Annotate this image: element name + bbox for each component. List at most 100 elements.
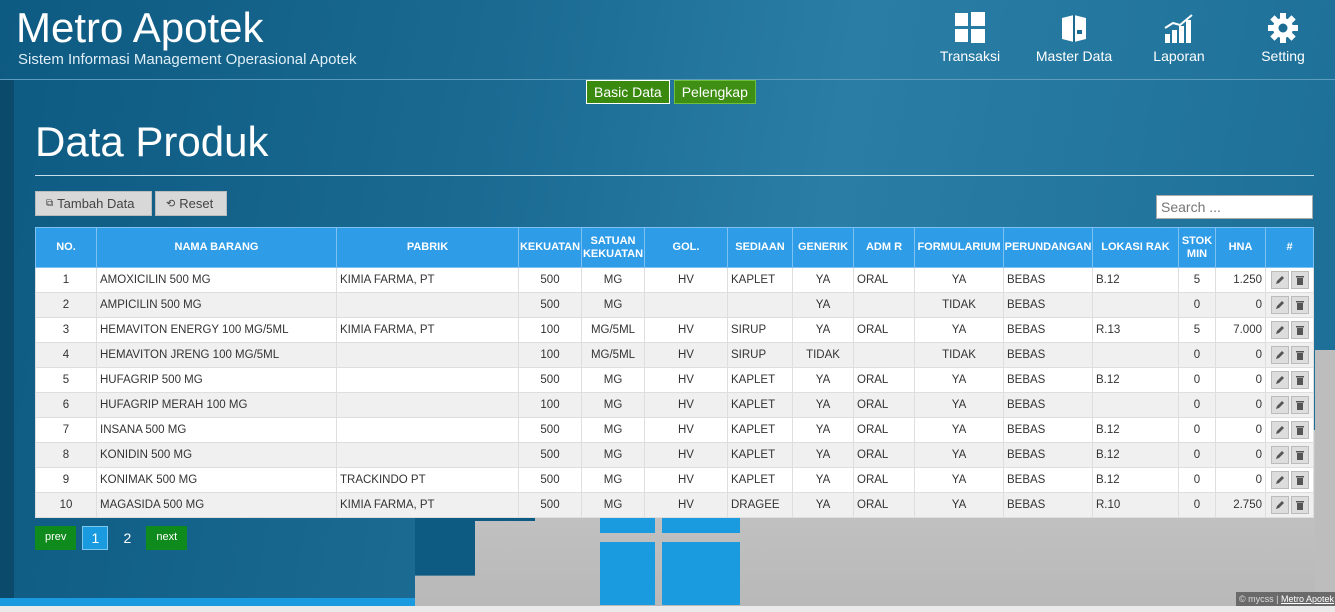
edit-icon[interactable] [1270, 496, 1289, 514]
product-table: NO. NAMA BARANG PABRIK KEKUATAN SATUAN K… [35, 227, 1314, 518]
cell-no: 1 [35, 267, 97, 293]
cell-nama-barang: AMOXICILIN 500 MG [96, 267, 337, 293]
cell-actions [1265, 292, 1314, 318]
edit-icon[interactable] [1270, 346, 1289, 364]
column-header[interactable]: ADM R [853, 227, 915, 268]
cell-hna: 0 [1215, 392, 1266, 418]
box-icon [1062, 15, 1086, 42]
cell-pabrik [336, 392, 519, 418]
cell-lokasi [1092, 292, 1179, 318]
edit-icon[interactable] [1270, 271, 1289, 289]
cell-adm: ORAL [853, 467, 915, 493]
cell-formularium: TIDAK [914, 292, 1004, 318]
prev-button[interactable]: prev [35, 526, 77, 550]
windows-icon [955, 12, 985, 43]
column-header[interactable]: KEKUATAN [518, 227, 582, 268]
cell-satuan: MG [581, 292, 645, 318]
column-header[interactable]: LOKASI RAK [1092, 227, 1179, 268]
column-header[interactable]: STOK MIN [1178, 227, 1216, 268]
footer-link[interactable]: Metro Apotek [1281, 594, 1334, 604]
search-input[interactable] [1156, 195, 1313, 219]
cell-nama-barang: AMPICILIN 500 MG [96, 292, 337, 318]
cell-stok-min: 5 [1178, 317, 1216, 343]
column-header[interactable]: SATUAN KEKUATAN [581, 227, 645, 268]
cell-generik: YA [792, 417, 854, 443]
cell-nama-barang: MAGASIDA 500 MG [96, 492, 337, 518]
nav-transaksi[interactable]: Transaksi [925, 12, 1015, 66]
cell-no: 7 [35, 417, 97, 443]
cell-hna: 0 [1215, 342, 1266, 368]
cell-satuan: MG [581, 492, 645, 518]
column-header[interactable]: GENERIK [792, 227, 854, 268]
cell-kekuatan: 500 [518, 267, 582, 293]
cell-no: 6 [35, 392, 97, 418]
app-header: Metro Apotek Sistem Informasi Management… [0, 0, 1335, 80]
edit-icon[interactable] [1270, 321, 1289, 339]
table-row: 9 KONIMAK 500 MG TRACKINDO PT 500 MG HV KAPLET… [35, 467, 1314, 493]
nav-laporan[interactable]: Laporan [1134, 12, 1224, 66]
cell-hna: 1.250 [1215, 267, 1266, 293]
cell-lokasi: R.13 [1092, 317, 1179, 343]
reset-button[interactable]: ⟲ Reset [155, 191, 227, 216]
windows-logo-background [600, 515, 740, 605]
cell-formularium: YA [914, 392, 1004, 418]
edit-icon[interactable] [1270, 446, 1289, 464]
cell-sediaan: KAPLET [727, 367, 793, 393]
delete-icon[interactable] [1290, 346, 1309, 364]
add-data-button[interactable]: ⧉ Tambah Data [35, 191, 152, 216]
cell-actions [1265, 367, 1314, 393]
delete-icon[interactable] [1290, 271, 1309, 289]
column-header[interactable]: FORMULARIUM [914, 227, 1004, 268]
delete-icon[interactable] [1290, 396, 1309, 414]
cell-pabrik: KIMIA FARMA, PT [336, 317, 519, 343]
page-2-button[interactable]: 2 [114, 526, 140, 550]
cell-actions [1265, 442, 1314, 468]
column-header[interactable]: NAMA BARANG [96, 227, 337, 268]
gear-icon [1268, 13, 1298, 43]
page-1-button[interactable]: 1 [82, 526, 109, 550]
column-header[interactable]: HNA [1215, 227, 1266, 268]
brand-subtitle: Sistem Informasi Management Operasional … [18, 51, 357, 68]
cell-adm: ORAL [853, 267, 915, 293]
cell-lokasi: B.12 [1092, 442, 1179, 468]
nav-label: Transaksi [939, 48, 1001, 64]
cell-nama-barang: HUFAGRIP 500 MG [96, 367, 337, 393]
cell-stok-min: 0 [1178, 292, 1216, 318]
cell-gol: HV [644, 392, 728, 418]
column-header[interactable]: GOL. [644, 227, 728, 268]
column-header[interactable]: PABRIK [336, 227, 519, 268]
tab-basic-data[interactable]: Basic Data [586, 80, 670, 104]
edit-icon[interactable] [1270, 371, 1289, 389]
column-header[interactable]: PERUNDANGAN [1003, 227, 1093, 268]
cell-sediaan: SIRUP [727, 342, 793, 368]
table-header-row: NO. NAMA BARANG PABRIK KEKUATAN SATUAN K… [35, 227, 1314, 268]
cell-pabrik [336, 367, 519, 393]
cell-perundangan: BEBAS [1003, 417, 1093, 443]
nav-master-data[interactable]: Master Data [1029, 12, 1119, 66]
delete-icon[interactable] [1290, 371, 1309, 389]
edit-icon[interactable] [1270, 396, 1289, 414]
column-header[interactable]: SEDIAAN [727, 227, 793, 268]
column-header[interactable]: NO. [35, 227, 97, 268]
delete-icon[interactable] [1290, 446, 1309, 464]
delete-icon[interactable] [1290, 471, 1309, 489]
delete-icon[interactable] [1290, 321, 1309, 339]
edit-icon[interactable] [1270, 296, 1289, 314]
cell-kekuatan: 500 [518, 292, 582, 318]
nav-setting[interactable]: Setting [1238, 12, 1328, 66]
cell-adm: ORAL [853, 492, 915, 518]
delete-icon[interactable] [1290, 421, 1309, 439]
cell-sediaan: KAPLET [727, 392, 793, 418]
nav-label: Setting [1261, 48, 1305, 64]
cell-gol: HV [644, 317, 728, 343]
edit-icon[interactable] [1270, 471, 1289, 489]
cell-perundangan: BEBAS [1003, 292, 1093, 318]
delete-icon[interactable] [1290, 496, 1309, 514]
cell-pabrik: KIMIA FARMA, PT [336, 492, 519, 518]
cell-perundangan: BEBAS [1003, 267, 1093, 293]
delete-icon[interactable] [1290, 296, 1309, 314]
tab-pelengkap[interactable]: Pelengkap [673, 80, 756, 104]
cell-satuan: MG [581, 367, 645, 393]
edit-icon[interactable] [1270, 421, 1289, 439]
next-button[interactable]: next [146, 526, 188, 550]
